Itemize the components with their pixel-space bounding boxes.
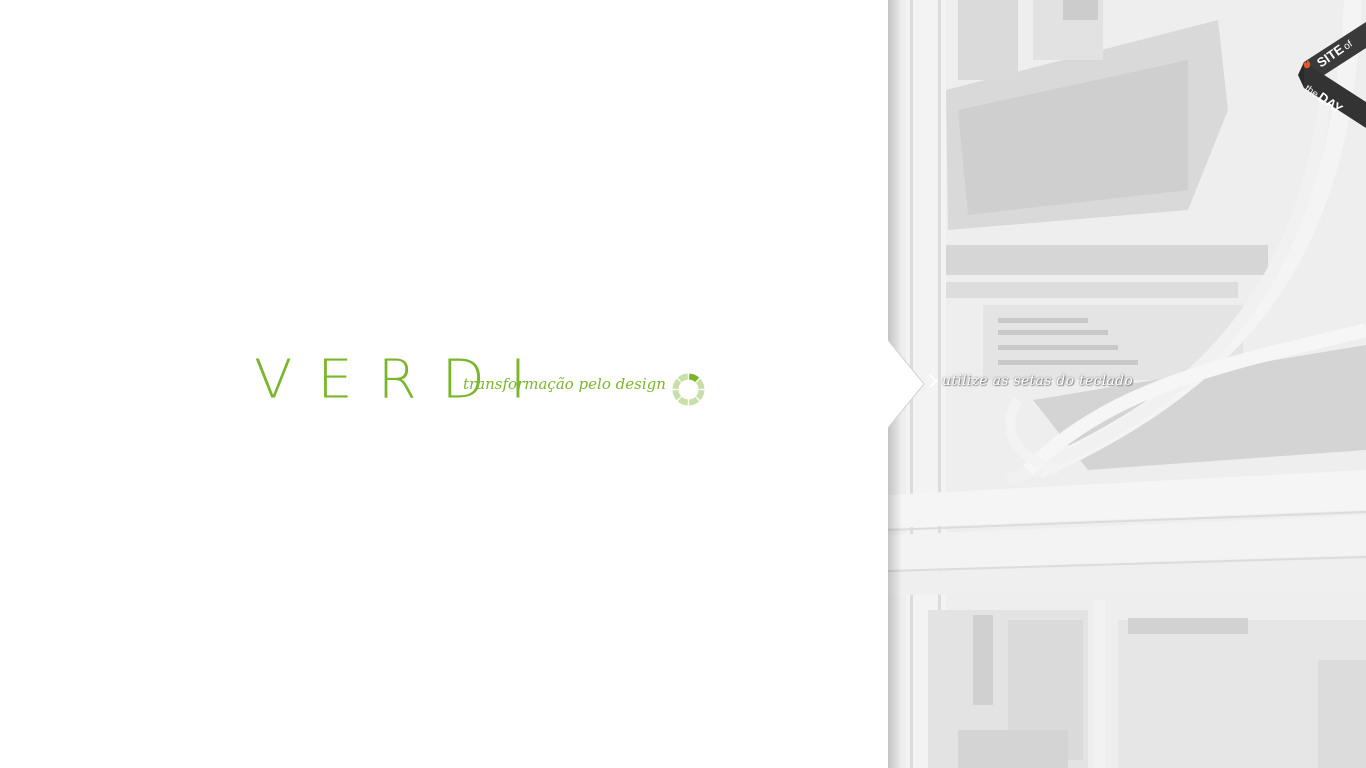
spinner-segment [672,378,682,390]
spinner-segment [677,396,689,406]
site-of-the-day-badge[interactable]: SITEof theDAY [1294,0,1366,130]
tagline: transformação pelo design [463,375,666,393]
flame-icon [1303,59,1311,69]
intro-panel: VERDI transformação pelo design [0,0,888,768]
chevron-right-icon [929,374,938,388]
spinner-segment [688,396,700,406]
keyboard-hint: utilize as setas do teclado [928,373,1133,389]
keyboard-hint-text: utilize as setas do teclado [942,373,1134,389]
spinner-segment [672,389,682,401]
notch-arrow-shape [888,340,925,428]
spinner-segment [695,378,705,390]
spinner-segment [677,373,689,383]
spinner-segment [695,389,705,401]
spinner-segment [688,373,700,383]
page: VERDI transformação pelo design utilize … [0,0,1366,768]
loading-spinner-icon [672,373,705,406]
